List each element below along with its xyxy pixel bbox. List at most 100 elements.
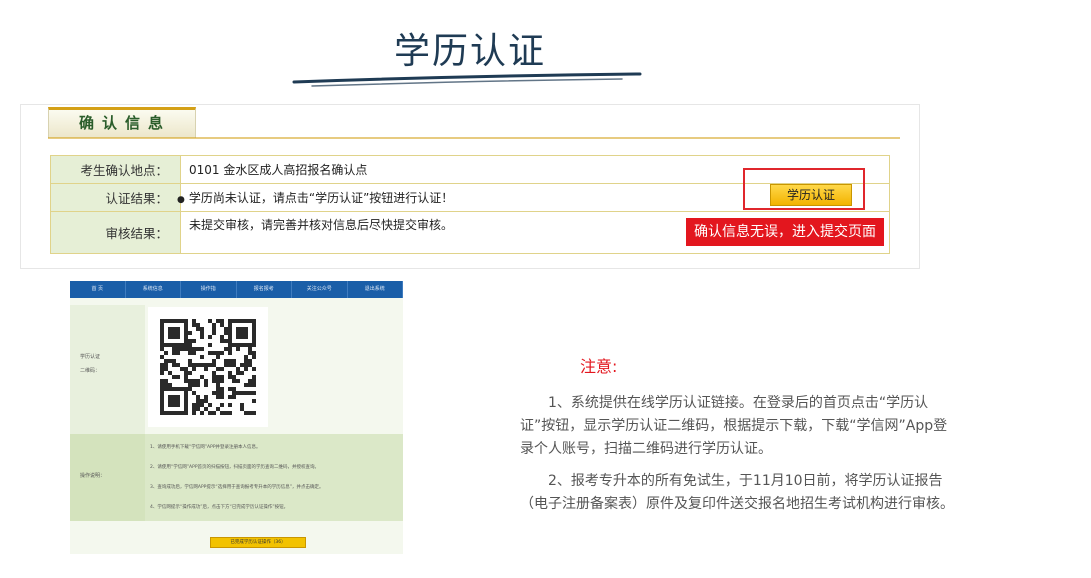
qr-module: [244, 355, 248, 359]
qr-finder: [236, 327, 248, 339]
nav-item[interactable]: 系统信息: [126, 281, 181, 298]
nav-item[interactable]: 关注公众号: [292, 281, 348, 298]
qr-module: [192, 383, 196, 387]
qr-module: [212, 411, 216, 415]
qr-module: [232, 379, 236, 383]
ops-row-label: 操作说明：: [70, 434, 145, 521]
notice-paragraph-2: 2、报考专升本的所有免试生，于11月10日前，将学历认证报告（电子注册备案表）原…: [520, 470, 960, 516]
cert-status-text: 学历尚未认证，请点击“学历认证”按钮进行认证！: [188, 191, 454, 205]
qr-module: [216, 375, 220, 379]
qr-module: [220, 339, 224, 343]
qr-module: [188, 351, 192, 355]
qr-module: [196, 383, 200, 387]
qr-module: [216, 395, 220, 399]
op-step: 1、请使用手机下载“学信网”APP并登录注册本人信息。: [150, 445, 261, 450]
qr-module: [244, 367, 248, 371]
qr-module: [216, 379, 220, 383]
qr-module: [220, 351, 224, 355]
qr-module: [228, 403, 232, 407]
confirm-tab: 确认信息: [48, 107, 196, 138]
qr-module: [212, 323, 216, 327]
qr-code-icon: [148, 307, 268, 427]
qr-module: [204, 363, 208, 367]
qr-module: [188, 347, 192, 351]
qr-module: [212, 375, 216, 379]
cert-button[interactable]: 学历认证: [770, 184, 852, 206]
page-title: 学历认证: [393, 31, 546, 72]
qr-module: [208, 343, 212, 347]
qr-finder: [168, 395, 180, 407]
qr-module: [188, 331, 192, 335]
qr-module: [204, 383, 208, 387]
qr-module: [196, 363, 200, 367]
qr-module: [160, 367, 164, 371]
qr-module: [192, 367, 196, 371]
qr-module: [200, 375, 204, 379]
qr-finder: [168, 327, 180, 339]
qr-module: [220, 367, 224, 371]
qr-module: [212, 359, 216, 363]
qr-module: [216, 383, 220, 387]
qr-module: [208, 351, 212, 355]
qr-module: [180, 347, 184, 351]
qr-module: [248, 363, 252, 367]
qr-module: [236, 367, 240, 371]
qr-module: [192, 319, 196, 323]
qr-module: [160, 347, 164, 351]
qr-module: [252, 391, 256, 395]
qr-module: [172, 375, 176, 379]
nav-item[interactable]: 首 页: [70, 281, 126, 298]
row-label: 审核结果：: [50, 211, 181, 254]
qr-module: [224, 339, 228, 343]
qr-module: [176, 363, 180, 367]
qr-module: [224, 359, 228, 363]
qr-module: [248, 383, 252, 387]
qr-module: [204, 379, 208, 383]
qr-module: [172, 347, 176, 351]
qr-module: [172, 363, 176, 367]
qr-label-line2: 二维码：: [80, 368, 101, 374]
qr-module: [196, 403, 200, 407]
qr-module: [236, 391, 240, 395]
nav-item[interactable]: 退出系统: [348, 281, 403, 298]
qr-module: [176, 375, 180, 379]
qr-module: [244, 359, 248, 363]
nav-item[interactable]: 操作指: [181, 281, 237, 298]
qr-module: [244, 383, 248, 387]
notice-text-1: 1、系统提供在线学历认证链接。在登录后的首页点击“学历认证”按钮，显示学历认证二…: [520, 395, 948, 457]
qr-module: [220, 387, 224, 391]
qr-module: [192, 379, 196, 383]
qr-module: [192, 323, 196, 327]
qr-module: [228, 347, 232, 351]
qr-module: [244, 411, 248, 415]
qr-module: [184, 379, 188, 383]
qr-module: [184, 367, 188, 371]
qr-module: [248, 359, 252, 363]
op-step: 2、请使用“学信网”APP首页的扫描按钮，扫描页面的学历查询二维码，并授权查询。: [150, 465, 320, 470]
qr-module: [228, 359, 232, 363]
qr-module: [176, 347, 180, 351]
qr-module: [188, 387, 192, 391]
qr-module: [220, 411, 224, 415]
qr-module: [220, 403, 224, 407]
qr-module: [196, 379, 200, 383]
qr-module: [224, 347, 228, 351]
qr-module: [208, 411, 212, 415]
qr-module: [196, 327, 200, 331]
qr-module: [212, 379, 216, 383]
qr-module: [252, 411, 256, 415]
qr-module: [188, 371, 192, 375]
qr-module: [248, 351, 252, 355]
qr-module: [188, 379, 192, 383]
submit-button[interactable]: 确认信息无误，进入提交页面: [686, 218, 884, 246]
qr-module: [240, 391, 244, 395]
nav-item[interactable]: 报名报考: [237, 281, 292, 298]
confirm-divider: [48, 137, 900, 139]
qr-module: [220, 379, 224, 383]
qr-module: [220, 335, 224, 339]
ops-label: 操作说明：: [80, 473, 106, 479]
qr-module: [192, 391, 196, 395]
qr-module: [164, 351, 168, 355]
done-button[interactable]: 已完成学历认证操作（36）: [210, 537, 306, 548]
cert-screenshot-panel: 首 页 系统信息 操作指 报名报考 关注公众号 退出系统 学历认证 二维码： 1…: [70, 281, 403, 554]
